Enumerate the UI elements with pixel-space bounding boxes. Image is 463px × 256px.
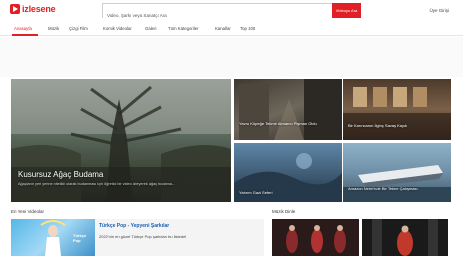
nav-item-gallery[interactable]: Galeri xyxy=(145,26,156,31)
search-button[interactable]: Videoyu Ara xyxy=(332,3,361,18)
nav-item-channels[interactable]: Kanallar xyxy=(215,26,231,31)
tile-title: Bir Karıncanın İlginç Savaş Kaydı xyxy=(348,123,408,128)
featured-description: Ağaçların yeri yerine nitelikli olarak b… xyxy=(18,182,176,186)
tile-title: Yavru Köpeğe Tekme Atmanın Pişman Oldu xyxy=(239,121,317,126)
login-link[interactable]: Üye Girişi xyxy=(429,8,449,13)
section-title-music: Müzik Dinle xyxy=(272,209,296,214)
site-logo[interactable]: izlesene xyxy=(10,4,56,14)
tile-thumbnail xyxy=(343,165,451,202)
nav-item-all-categories[interactable]: Tüm Kategoriler xyxy=(168,26,199,31)
music-video-tile[interactable] xyxy=(272,219,359,256)
music-thumbnail xyxy=(362,219,448,256)
playlist-thumbnail: Türkçe Pop xyxy=(11,219,95,256)
playlist-description: 2022'nin en güzel Türkçe Pop şarkıları b… xyxy=(99,234,187,239)
tile-title: Amazon Nehri'nde Bir Tekne Çatışması xyxy=(348,186,418,191)
ad-band xyxy=(0,37,463,77)
tile-title: Yatırım Gazi Seferi xyxy=(239,190,273,195)
top-bar: izlesene Videoyu Ara Üye Girişi xyxy=(0,0,463,22)
featured-video[interactable]: Kusursuz Ağaç Budama Ağaçların yeri yeri… xyxy=(11,79,231,202)
video-tile[interactable]: Amazon Nehri'nde Bir Tekne Çatışması xyxy=(343,143,451,202)
play-icon xyxy=(10,4,20,14)
nav-item-top100[interactable]: Top 100 xyxy=(240,26,255,31)
nav-item-home[interactable]: Anasayfa xyxy=(14,26,32,31)
tile-thumbnail xyxy=(343,87,451,140)
playlist-title[interactable]: Türkçe Pop - Yepyeni Şarkılar xyxy=(99,223,169,229)
active-tab-indicator xyxy=(12,34,38,36)
playlist-thumb-caption: Türkçe Pop xyxy=(73,233,87,243)
logo-text: izlesene xyxy=(22,4,56,14)
nav-item-cartoons[interactable]: Çizgi Film xyxy=(69,26,88,31)
tile-thumbnail xyxy=(239,79,342,140)
video-tile[interactable]: Yavru Köpeğe Tekme Atmanın Pişman Oldu xyxy=(234,79,342,140)
nav-item-music[interactable]: Müzik xyxy=(48,26,59,31)
main-nav: Anasayfa Müzik Çizgi Film Komik Videolar… xyxy=(0,22,463,36)
video-tile[interactable]: Yatırım Gazi Seferi xyxy=(234,143,342,202)
featured-title: Kusursuz Ağaç Budama xyxy=(18,170,104,179)
nav-item-funny[interactable]: Komik Videolar xyxy=(103,26,132,31)
video-tile[interactable]: Bir Karıncanın İlginç Savaş Kaydı xyxy=(343,79,451,140)
section-title-new-videos: En Yeni Videolar xyxy=(11,209,44,214)
playlist-card[interactable]: Türkçe Pop Türkçe Pop - Yepyeni Şarkılar… xyxy=(11,219,264,256)
search-box xyxy=(102,3,332,22)
music-thumbnail xyxy=(272,219,359,256)
search-input[interactable] xyxy=(103,9,332,22)
music-video-tile[interactable] xyxy=(362,219,448,256)
